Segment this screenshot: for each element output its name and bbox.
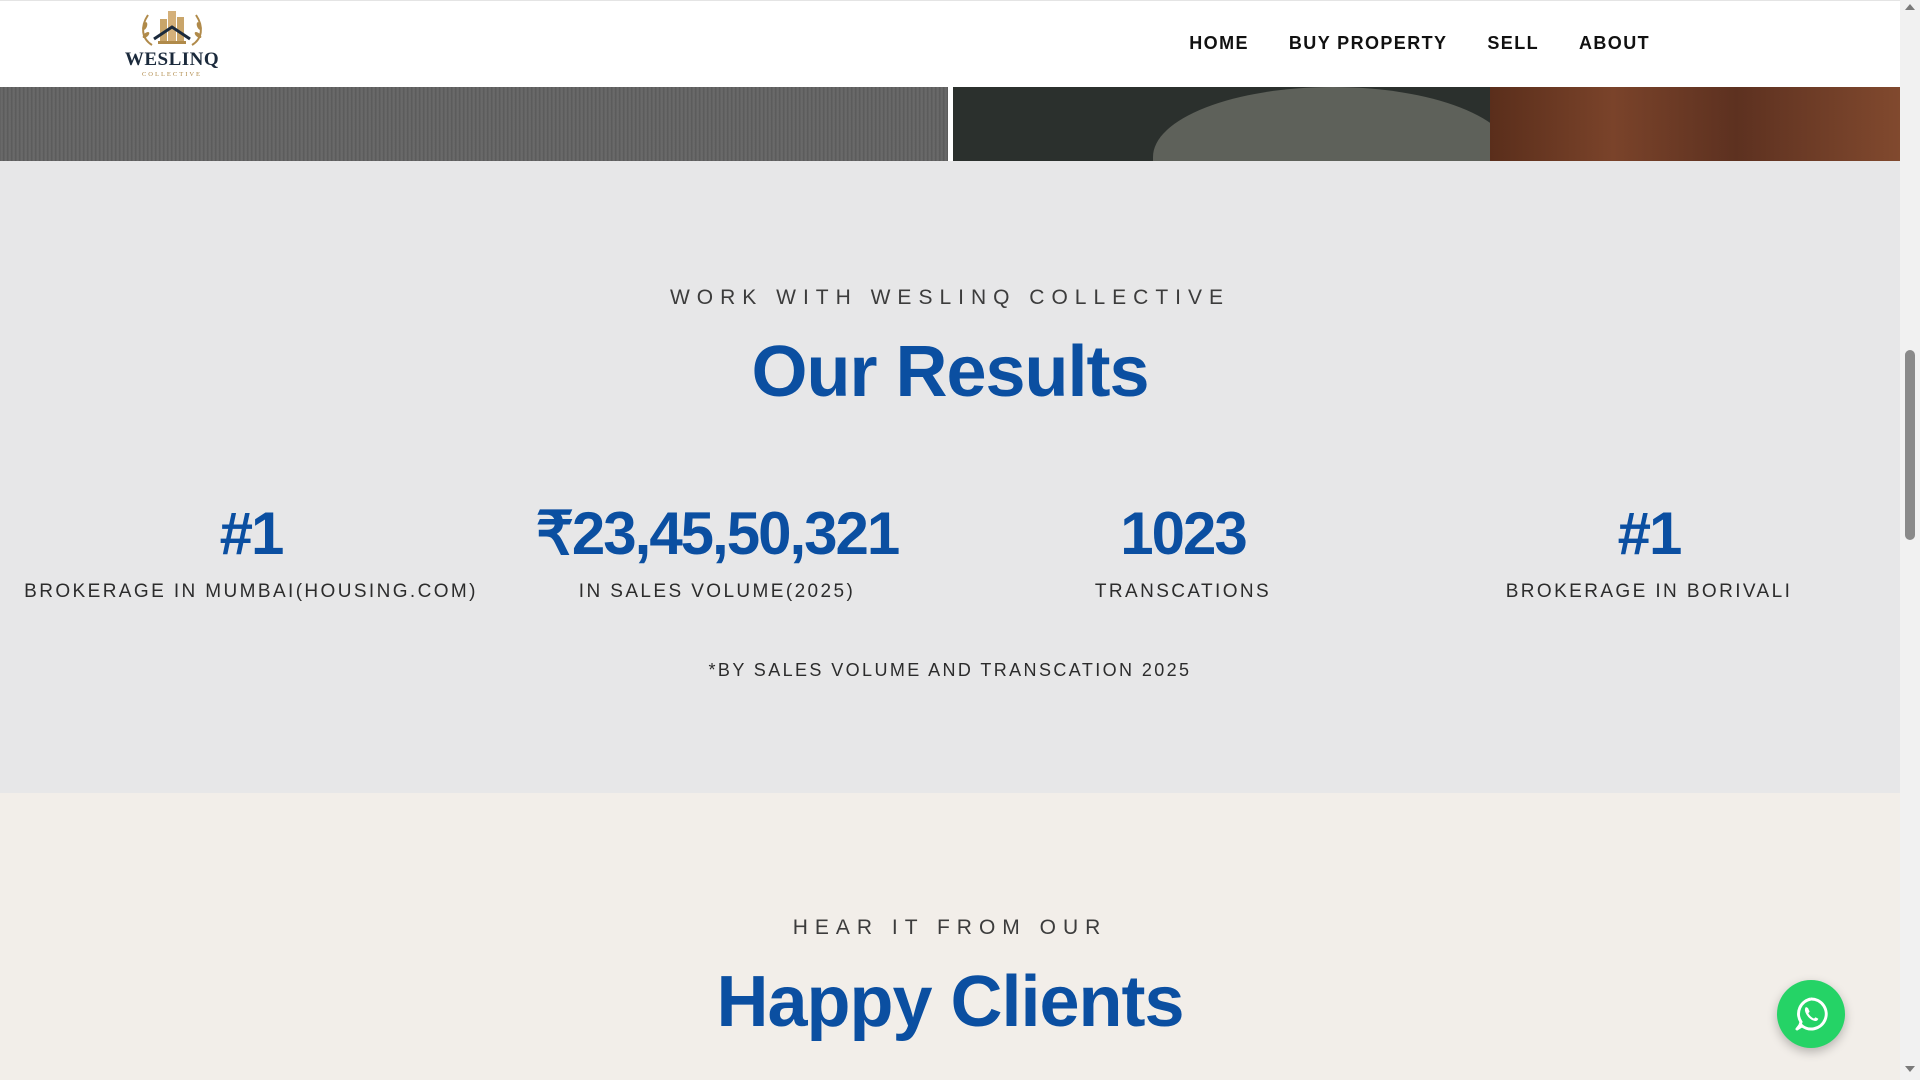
scrollbar-thumb[interactable]	[1905, 350, 1915, 540]
stat-value: ₹23,45,50,321	[535, 500, 901, 567]
results-title: Our Results	[751, 332, 1149, 412]
clients-section: HEAR IT FROM OUR Happy Clients	[0, 793, 1900, 1080]
nav-home-link[interactable]: HOME	[1189, 33, 1249, 54]
results-section: WORK WITH WESLINQ COLLECTIVE Our Results…	[0, 161, 1900, 793]
clients-title: Happy Clients	[716, 962, 1184, 1042]
logo-emblem-icon	[142, 11, 202, 46]
hero-image-strip	[0, 47, 1900, 197]
stat-value: #1	[1617, 500, 1683, 567]
stat-item: ₹23,45,50,321 IN SALES VOLUME(2025)	[484, 499, 950, 603]
results-footnote: *BY SALES VOLUME AND TRANSCATION 2025	[708, 660, 1192, 680]
stat-value: 1023	[1120, 500, 1247, 567]
main-nav: HOME BUY PROPERTY SELL ABOUT	[1189, 33, 1650, 54]
whatsapp-icon	[1795, 997, 1828, 1031]
stat-item: #1 BROKERAGE IN MUMBAI(HOUSING.COM)	[18, 499, 484, 603]
logo-tagline: COLLECTIVE	[141, 71, 203, 78]
stat-label: BROKERAGE IN BORIVALI	[1505, 581, 1793, 602]
hero-photo-left	[0, 47, 990, 197]
nav-sell-link[interactable]: SELL	[1487, 33, 1539, 54]
stat-item: 1023 TRANSCATIONS	[950, 499, 1416, 603]
whatsapp-button[interactable]	[1777, 980, 1845, 1048]
stat-item: #1 BROKERAGE IN BORIVALI	[1416, 499, 1882, 603]
brand-logo[interactable]: WESLINQ COLLECTIVE	[118, 5, 226, 83]
site-header: WESLINQ COLLECTIVE HOME BUY PROPERTY SEL…	[0, 0, 1900, 87]
page: WESLINQ COLLECTIVE HOME BUY PROPERTY SEL…	[0, 0, 1900, 1080]
clients-eyebrow: HEAR IT FROM OUR	[792, 916, 1108, 939]
stat-label: TRANSCATIONS	[1094, 581, 1272, 602]
stat-label: BROKERAGE IN MUMBAI(HOUSING.COM)	[24, 581, 478, 602]
page-scrollbar[interactable]	[1900, 0, 1920, 1080]
hero-photo-right	[953, 87, 1900, 161]
scroll-down-arrow-icon[interactable]	[1905, 1066, 1915, 1072]
stat-value: #1	[219, 500, 285, 567]
results-eyebrow: WORK WITH WESLINQ COLLECTIVE	[669, 286, 1231, 309]
stat-label: IN SALES VOLUME(2025)	[578, 581, 856, 602]
scroll-up-arrow-icon[interactable]	[1905, 4, 1915, 10]
nav-about-link[interactable]: ABOUT	[1579, 33, 1650, 54]
nav-buy-property-link[interactable]: BUY PROPERTY	[1289, 33, 1448, 54]
logo-wordmark: WESLINQ	[124, 49, 220, 70]
